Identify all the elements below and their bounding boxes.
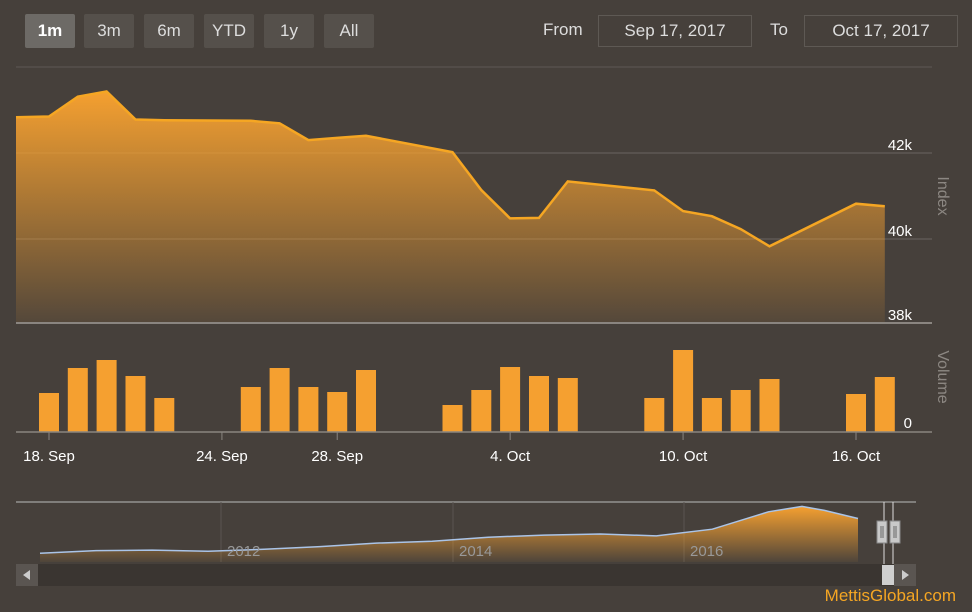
ytick-volume-0: 0 <box>904 415 912 432</box>
volume-bar <box>759 379 780 432</box>
volume-bar <box>846 394 866 432</box>
ytick-38k: 38k <box>888 307 913 324</box>
x-tick-label: 10. Oct <box>659 448 708 465</box>
scrollbar-thumb[interactable] <box>882 565 894 585</box>
navigator-handle-left[interactable] <box>876 520 888 544</box>
volume-bar <box>269 368 290 432</box>
volume-bar <box>730 390 751 432</box>
volume-bar <box>154 398 175 432</box>
volume-bar <box>500 367 521 432</box>
volume-bar <box>673 350 694 432</box>
navigator-tick-2012: 2012 <box>227 543 260 560</box>
volume-bar <box>39 393 59 432</box>
ytick-40k: 40k <box>888 223 913 240</box>
volume-bar <box>67 368 88 432</box>
volume-bar <box>442 405 463 432</box>
x-tick-label: 28. Sep <box>311 448 363 465</box>
price-area-fill <box>16 91 885 323</box>
scrollbar-track[interactable] <box>16 564 916 586</box>
volume-bar <box>356 370 376 432</box>
volume-bar <box>701 398 722 432</box>
volume-bar <box>327 392 348 432</box>
volume-bar <box>96 360 117 432</box>
y-axis-title-volume: Volume <box>934 350 951 403</box>
price-area <box>15 90 885 323</box>
volume-bars <box>39 350 895 432</box>
volume-bar <box>471 390 492 432</box>
credit-link[interactable]: MettisGlobal.com <box>825 586 956 606</box>
x-axis: 18. Sep 24. Sep 28. Sep 4. Oct 10. Oct 16. Oc… <box>23 432 881 465</box>
x-tick-label: 24. Sep <box>196 448 248 465</box>
y-axis-title-index: Index <box>934 176 951 215</box>
x-tick-label: 18. Sep <box>23 448 75 465</box>
navigator-tick-2014: 2014 <box>459 543 492 560</box>
volume-bar <box>644 398 665 432</box>
x-tick-label: 16. Oct <box>832 448 881 465</box>
navigator-handle-right[interactable] <box>889 520 901 544</box>
volume-bar <box>557 378 578 432</box>
navigator-tick-2016: 2016 <box>690 543 723 560</box>
stock-chart: 42k 40k 38k Index 0 Volume 18. Sep 24. Se… <box>15 66 951 586</box>
volume-bar <box>874 377 895 432</box>
volume-bar <box>298 387 319 432</box>
volume-bar <box>125 376 146 432</box>
ytick-42k: 42k <box>888 137 913 154</box>
volume-bar <box>529 376 549 432</box>
volume-bar <box>240 387 261 432</box>
x-tick-label: 4. Oct <box>490 448 531 465</box>
